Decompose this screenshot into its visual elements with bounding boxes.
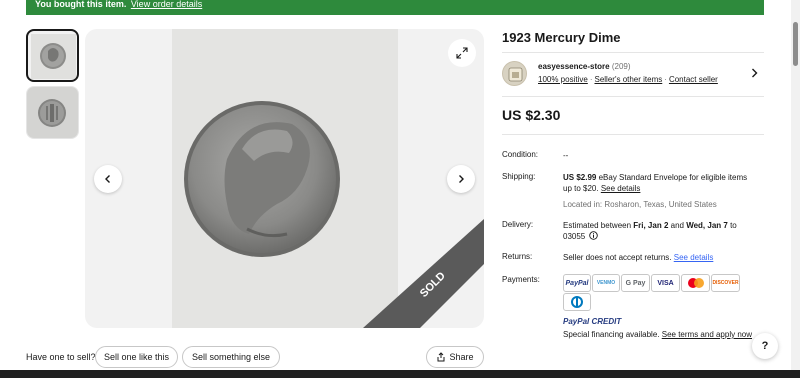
dime-thumbnail-image xyxy=(31,34,76,79)
scrollbar-thumb[interactable] xyxy=(793,22,798,66)
view-order-details-link[interactable]: View order details xyxy=(131,0,202,9)
divider xyxy=(502,134,764,135)
shipping-price: US $2.99 xyxy=(563,173,597,182)
shipping-see-details-link[interactable]: See details xyxy=(601,184,641,193)
financing-value: Special financing available. See terms a… xyxy=(563,329,758,340)
dime-reverse-thumbnail-image xyxy=(27,87,78,138)
mastercard-icon xyxy=(687,278,704,288)
item-location: Located in: Rosharon, Texas, United Stat… xyxy=(563,200,717,209)
delivery-start: Fri, Jan 2 xyxy=(633,221,669,230)
seller-name[interactable]: easyessence-store xyxy=(538,62,610,71)
item-page: You bought this item. View order details xyxy=(0,0,800,378)
sell-one-like-this-button[interactable]: Sell one like this xyxy=(95,346,178,368)
positive-feedback-link[interactable]: 100% positive xyxy=(538,75,588,84)
chevron-right-icon xyxy=(459,175,464,183)
venmo-badge: VENMO xyxy=(592,274,620,292)
main-image-viewer: SOLD xyxy=(85,29,484,328)
see-terms-apply-link[interactable]: See terms and apply now xyxy=(662,330,752,339)
discover-badge: DISCOVER xyxy=(711,274,740,292)
delivery-prefix: Estimated between xyxy=(563,221,634,230)
returns-label: Returns: xyxy=(502,252,533,261)
item-price: US $2.30 xyxy=(502,107,561,123)
returns-see-details-link[interactable]: See details xyxy=(674,253,714,262)
delivery-label: Delivery: xyxy=(502,220,534,229)
banner-text: You bought this item. xyxy=(35,0,127,9)
sellers-other-items-link[interactable]: Seller's other items xyxy=(594,75,662,84)
thumbnail-1[interactable] xyxy=(26,29,79,82)
share-label: Share xyxy=(449,352,474,362)
paypal-credit-logo: PayPal CREDIT xyxy=(563,317,622,326)
shipping-value: US $2.99 eBay Standard Envelope for elig… xyxy=(563,172,758,194)
google-pay-badge: G Pay xyxy=(621,274,650,292)
have-one-to-sell-text: Have one to sell? xyxy=(26,352,96,362)
shipping-label: Shipping: xyxy=(502,172,536,181)
share-button[interactable]: Share xyxy=(426,346,484,368)
seller-avatar[interactable] xyxy=(502,61,527,86)
expand-image-button[interactable] xyxy=(448,39,476,67)
thumbnail-2[interactable] xyxy=(26,86,79,139)
divider xyxy=(502,52,764,53)
diners-club-badge xyxy=(563,293,591,311)
expand-icon xyxy=(456,47,468,59)
paypal-badge: PayPal xyxy=(563,274,591,292)
financing-text: Special financing available. xyxy=(563,330,662,339)
condition-label: Condition: xyxy=(502,150,539,159)
chevron-left-icon xyxy=(105,175,110,183)
delivery-end: Wed, Jan 7 xyxy=(686,221,728,230)
previous-image-button[interactable] xyxy=(94,165,122,193)
mastercard-badge xyxy=(681,274,710,292)
help-button[interactable]: ? xyxy=(752,333,778,359)
chevron-right-icon[interactable] xyxy=(750,68,759,78)
seller-links: 100% positive · Seller's other items · Conta… xyxy=(538,75,718,84)
delivery-value: Estimated between Fri, Jan 2 and Wed, Ja… xyxy=(563,220,753,242)
share-icon xyxy=(437,352,445,362)
next-image-button[interactable] xyxy=(447,165,475,193)
item-title: 1923 Mercury Dime xyxy=(502,30,621,45)
payments-label: Payments: xyxy=(502,275,540,284)
contact-seller-link[interactable]: Contact seller xyxy=(669,75,718,84)
divider xyxy=(502,96,764,97)
sell-something-else-button[interactable]: Sell something else xyxy=(182,346,280,368)
seller-name-line[interactable]: easyessence-store (209) xyxy=(538,62,631,71)
condition-value: -- xyxy=(563,151,569,160)
seller-feedback-count: (209) xyxy=(611,62,631,71)
delivery-and: and xyxy=(668,221,687,230)
store-logo-icon xyxy=(508,67,523,82)
returns-text: Seller does not accept returns. xyxy=(563,253,674,262)
visa-badge: VISA xyxy=(651,274,680,292)
mercury-dime-image xyxy=(172,29,398,328)
sold-label: SOLD xyxy=(418,270,448,300)
dime-photo xyxy=(172,29,398,328)
returns-value: Seller does not accept returns. See deta… xyxy=(563,252,758,263)
info-icon[interactable] xyxy=(589,231,599,240)
purchase-banner: You bought this item. View order details xyxy=(26,0,764,15)
diners-club-icon xyxy=(571,296,583,308)
os-taskbar xyxy=(0,370,800,378)
